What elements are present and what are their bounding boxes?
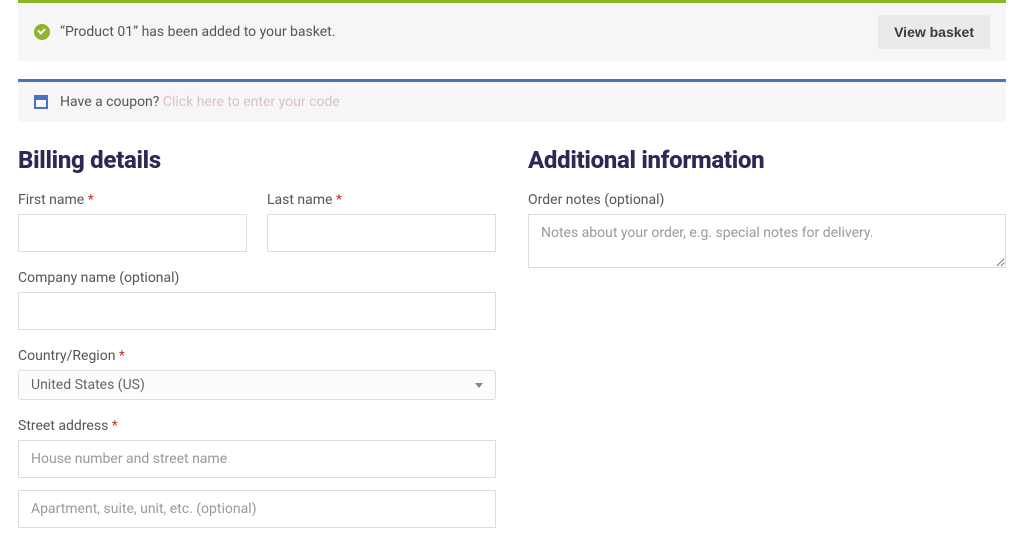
country-select[interactable]: United States (US) bbox=[18, 370, 496, 400]
first-name-label: First name * bbox=[18, 192, 247, 208]
calendar-icon bbox=[34, 95, 48, 109]
billing-heading: Billing details bbox=[18, 146, 496, 174]
additional-column: Additional information Order notes (opti… bbox=[528, 146, 1006, 546]
last-name-label: Last name * bbox=[267, 192, 496, 208]
last-name-input[interactable] bbox=[267, 214, 496, 252]
country-label: Country/Region * bbox=[18, 348, 496, 364]
street-address-2-input[interactable] bbox=[18, 490, 496, 528]
company-label: Company name (optional) bbox=[18, 270, 496, 286]
billing-column: Billing details First name * Last name * bbox=[18, 146, 496, 546]
country-value: United States (US) bbox=[31, 377, 145, 393]
chevron-down-icon bbox=[475, 383, 483, 388]
order-notes-label: Order notes (optional) bbox=[528, 192, 1006, 208]
order-notes-textarea[interactable] bbox=[528, 214, 1006, 268]
additional-heading: Additional information bbox=[528, 146, 1006, 174]
coupon-link[interactable]: Click here to enter your code bbox=[163, 94, 340, 110]
success-notice: “Product 01” has been added to your bask… bbox=[18, 0, 1006, 61]
check-circle-icon bbox=[34, 24, 50, 40]
view-basket-button[interactable]: View basket bbox=[878, 15, 990, 49]
company-input[interactable] bbox=[18, 292, 496, 330]
street-label: Street address * bbox=[18, 418, 496, 434]
first-name-input[interactable] bbox=[18, 214, 247, 252]
notice-message: “Product 01” has been added to your bask… bbox=[60, 24, 335, 40]
street-address-1-input[interactable] bbox=[18, 440, 496, 478]
coupon-prompt: Have a coupon? bbox=[60, 94, 159, 110]
coupon-bar: Have a coupon? Click here to enter your … bbox=[18, 79, 1006, 122]
